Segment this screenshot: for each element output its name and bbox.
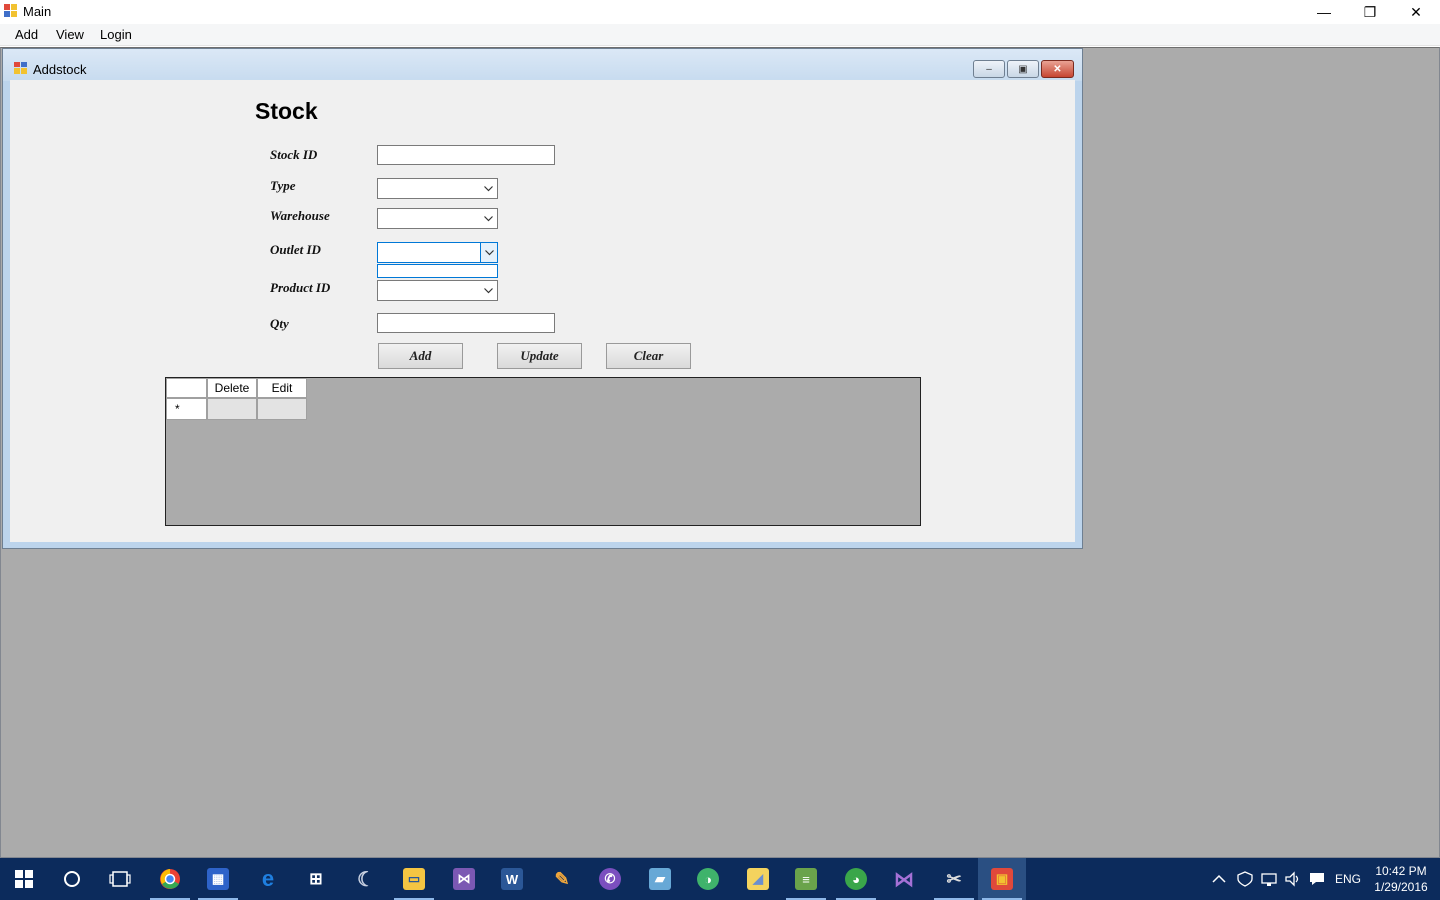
clock-date: 1/29/2016 (1374, 880, 1428, 894)
stock-id-input[interactable] (377, 145, 555, 165)
add-button[interactable]: Add (378, 343, 463, 369)
books-icon[interactable]: ≡ (782, 858, 830, 900)
network-icon[interactable] (1260, 858, 1278, 900)
child-title-bar[interactable]: Addstock – ▣ ✕ (3, 49, 1082, 81)
child-window-title: Addstock (33, 62, 87, 77)
folder-icon[interactable]: ◢ (734, 858, 782, 900)
color-icon[interactable]: ◕ (832, 858, 880, 900)
grid-delete-cell[interactable] (207, 398, 257, 420)
qty-input[interactable] (377, 313, 555, 333)
menu-add[interactable]: Add (15, 27, 38, 42)
restore-button[interactable]: ❐ (1347, 0, 1393, 24)
menu-view[interactable]: View (56, 27, 84, 42)
chevron-down-icon[interactable] (480, 209, 497, 228)
clock-time: 10:42 PM (1375, 864, 1427, 878)
product-id-label: Product ID (270, 280, 331, 295)
qty-label: Qty (270, 316, 289, 331)
form-icon (14, 62, 27, 74)
menu-login[interactable]: Login (100, 27, 132, 42)
browser-icon[interactable]: ◑ (684, 858, 732, 900)
update-button[interactable]: Update (497, 343, 582, 369)
calculator-icon[interactable]: ▦ (194, 858, 242, 900)
grid-new-row-marker: * (166, 398, 207, 420)
addstock-window: Addstock – ▣ ✕ Stock Stock ID Type Wareh… (2, 48, 1083, 549)
edge-icon[interactable]: e (244, 858, 292, 900)
child-minimize-button[interactable]: – (973, 60, 1005, 78)
viber-icon[interactable]: ✆ (586, 858, 634, 900)
warehouse-label: Warehouse (270, 208, 330, 223)
stock-id-label: Stock ID (270, 147, 318, 162)
product-id-select[interactable] (377, 280, 498, 301)
chevron-down-icon[interactable] (480, 281, 497, 300)
form-heading: Stock (255, 98, 318, 124)
type-select[interactable] (377, 178, 498, 199)
child-maximize-button[interactable]: ▣ (1007, 60, 1039, 78)
grid-row-header-corner (166, 378, 207, 398)
chevron-down-icon[interactable] (480, 179, 497, 198)
clear-button[interactable]: Clear (606, 343, 691, 369)
security-icon[interactable] (1236, 858, 1254, 900)
grid-column-edit[interactable]: Edit (257, 378, 307, 398)
store-icon[interactable]: ⊞ (292, 858, 340, 900)
visual-studio-icon[interactable]: ⋈ (440, 858, 488, 900)
grid-column-delete[interactable]: Delete (207, 378, 257, 398)
warehouse-select[interactable] (377, 208, 498, 229)
grid-edit-cell[interactable] (257, 398, 307, 420)
outlet-id-label: Outlet ID (270, 242, 321, 257)
app-icon (4, 4, 17, 17)
file-explorer-icon[interactable]: ▭ (390, 858, 438, 900)
chrome-icon[interactable] (146, 858, 194, 900)
settings-tool-icon[interactable]: ✂ (930, 858, 978, 900)
eclipse-icon[interactable]: ☾ (342, 858, 390, 900)
chevron-down-icon[interactable] (480, 243, 497, 262)
action-center-icon[interactable] (1308, 858, 1326, 900)
close-button[interactable]: ✕ (1393, 0, 1439, 24)
main-title-bar: Main — ❐ ✕ (0, 0, 1440, 24)
visual-studio-2-icon[interactable]: ⋈ (880, 858, 928, 900)
window-title: Main (23, 4, 52, 19)
menu-bar: Add View Login (0, 24, 1440, 46)
outlet-id-dropdown-list[interactable] (377, 264, 498, 278)
main-app-icon[interactable]: ▣ (978, 858, 1026, 900)
cortana-search-icon[interactable] (48, 858, 96, 900)
notes-icon[interactable]: ▰ (636, 858, 684, 900)
taskbar: ▦ e ⊞ ☾ ▭ ⋈ W ✎ ✆ ▰ ◑ ◢ ≡ ◕ ⋈ ✂ ▣ ENG 10… (0, 858, 1440, 900)
language-indicator[interactable]: ENG (1335, 858, 1361, 900)
child-close-button[interactable]: ✕ (1041, 60, 1074, 78)
show-hidden-icons-icon[interactable] (1212, 858, 1226, 900)
minimize-button[interactable]: — (1301, 0, 1347, 24)
outlet-id-select[interactable] (377, 242, 498, 263)
windows-start-icon[interactable] (0, 858, 48, 900)
word-icon[interactable]: W (488, 858, 536, 900)
type-label: Type (270, 178, 296, 193)
clock[interactable]: 10:42 PM 1/29/2016 (1372, 863, 1430, 895)
stock-data-grid[interactable]: Delete Edit * (165, 377, 921, 526)
tool-icon[interactable]: ✎ (538, 858, 586, 900)
task-view-icon[interactable] (96, 858, 144, 900)
volume-icon[interactable] (1284, 858, 1302, 900)
